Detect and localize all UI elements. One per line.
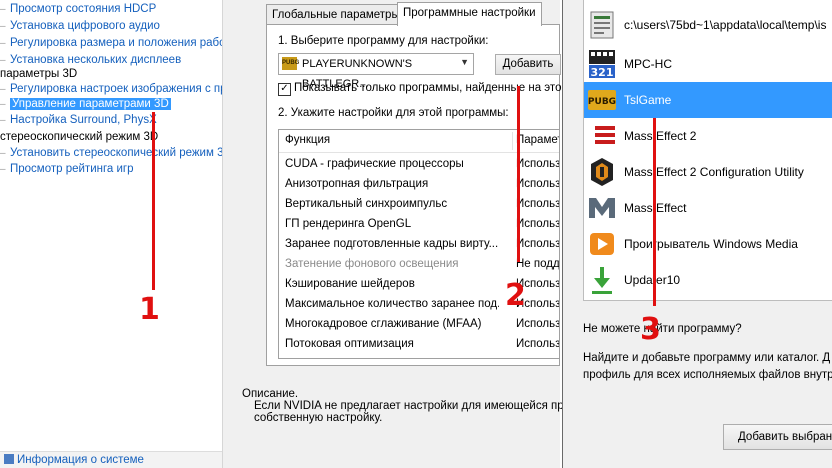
tab-pane: 1. Выберите программу для настройки: PUB…: [266, 24, 569, 366]
mpc-hc-icon: 321: [589, 50, 615, 79]
chevron-down-icon: ▼: [460, 57, 469, 67]
annotation-line-1: [152, 112, 155, 290]
show-found-only-checkbox[interactable]: ✓: [278, 83, 291, 96]
list-item[interactable]: c:\users\75bd~1\appdata\local\temp\is: [584, 7, 832, 43]
settings-dialog: Глобальные параметры Программные настрой…: [258, 2, 569, 368]
table-row[interactable]: Потоковая оптимизацияИспользо: [279, 334, 559, 354]
svg-text:321: 321: [591, 66, 614, 79]
annotation-line-2: [517, 86, 520, 262]
add-program-dialog: c:\users\75bd~1\appdata\local\temp\is 32…: [562, 0, 832, 468]
tree-item-surround-physx[interactable]: – Настройка Surround, PhysX: [0, 112, 157, 129]
tab-program-settings[interactable]: Программные настройки: [397, 2, 542, 26]
list-item[interactable]: Updater10: [584, 262, 832, 298]
hint-line-2: профиль для всех исполняемых файлов внут…: [583, 369, 832, 381]
mass-effect-2-icon: [589, 126, 615, 144]
tree-item-hdcp[interactable]: – Просмотр состояния HDCP: [0, 1, 156, 18]
tab-global-settings[interactable]: Глобальные параметры: [266, 4, 406, 25]
mass-effect-config-icon: [591, 158, 613, 186]
annotation-line-3: [653, 118, 656, 306]
updater-icon: [592, 267, 612, 294]
list-item[interactable]: Mass Effect 2 Configuration Utility: [584, 154, 832, 190]
annotation-number-1: 1: [139, 292, 160, 327]
list-item[interactable]: Проигрыватель Windows Media: [584, 226, 832, 262]
step2-label: 2. Укажите настройки для этой программы:: [278, 107, 509, 119]
system-info-icon: [4, 454, 14, 464]
svg-text:PUBG: PUBG: [588, 97, 616, 107]
show-found-only-label: Показывать только программы, найденные н…: [294, 82, 570, 94]
windows-media-player-icon: [590, 233, 614, 255]
pubg-icon: PUBG: [282, 57, 299, 70]
description-line-1: Если NVIDIA не предлагает настройки для …: [254, 400, 575, 412]
pubg-icon: PUBG: [588, 90, 616, 110]
nav-tree: – Просмотр состояния HDCP – Установка цифр…: [0, 0, 223, 468]
list-item-selected[interactable]: PUBG TslGame: [584, 82, 832, 118]
program-select[interactable]: PUBG PLAYERUNKNOWN'S BATTLEGR... ▼: [278, 53, 474, 90]
list-item[interactable]: 321 MPC-HC: [584, 46, 832, 82]
tree-item-digital-audio[interactable]: – Установка цифрового аудио: [0, 18, 160, 35]
program-list: c:\users\75bd~1\appdata\local\temp\is 32…: [583, 0, 832, 301]
tree-category-stereo[interactable]: стереоскопический режим 3D: [0, 129, 158, 146]
annotation-number-3: 3: [640, 312, 661, 347]
column-function[interactable]: Функция: [285, 134, 330, 146]
cant-find-label: Не можете найти программу?: [583, 323, 742, 335]
step1-label: 1. Выберите программу для настройки:: [278, 35, 489, 47]
tree-item-game-ratings[interactable]: – Просмотр рейтинга игр: [0, 161, 134, 178]
add-program-button[interactable]: Добавить: [495, 54, 561, 75]
annotation-number-2: 2: [505, 278, 526, 313]
add-selected-program-button[interactable]: Добавить выбран: [723, 424, 832, 450]
description-block: Описание. Если NVIDIA не предлагает наст…: [242, 388, 574, 424]
mass-effect-icon: [589, 198, 615, 218]
description-line-2: собственную настройку.: [254, 412, 383, 424]
hint-line-1: Найдите и добавьте программу или каталог…: [583, 352, 831, 364]
tree-item-desktop-size[interactable]: – Регулировка размера и положения рабоч: [0, 35, 222, 52]
column-separator: [512, 132, 513, 150]
system-info-link[interactable]: Информация о системе: [0, 451, 222, 468]
tree-item-manage-3d[interactable]: – Управление параметрами 3D: [0, 96, 171, 113]
list-item[interactable]: Mass Effect: [584, 190, 832, 226]
description-title: Описание.: [242, 388, 299, 400]
tree-item-set-stereo[interactable]: – Установить стереоскопический режим 3: [0, 145, 222, 162]
column-param[interactable]: Параметр: [516, 134, 559, 146]
table-row[interactable]: Многокадровое сглаживание (MFAA)Использо: [279, 314, 559, 334]
document-icon: [590, 11, 614, 39]
list-item[interactable]: Mass Effect 2: [584, 118, 832, 154]
